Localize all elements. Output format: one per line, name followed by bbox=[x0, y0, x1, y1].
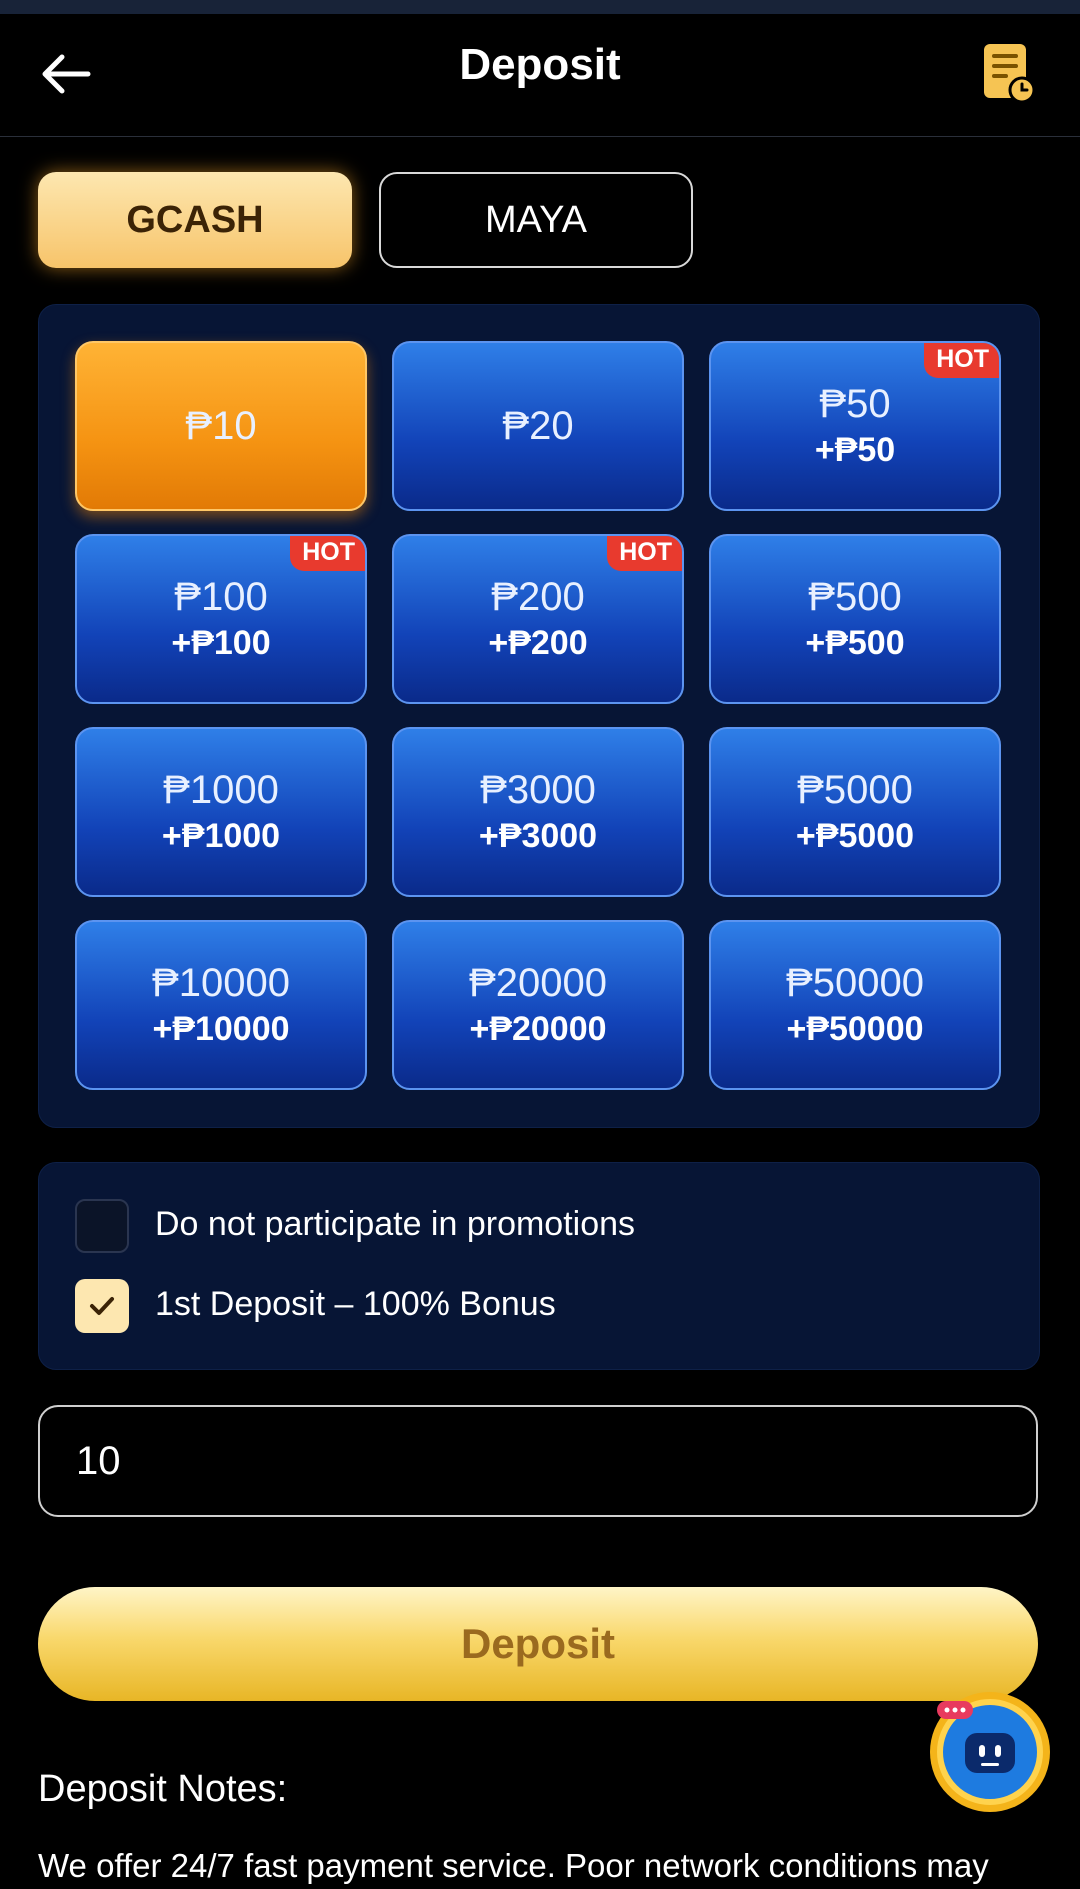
amount-option-3000[interactable]: ₱3000 +₱3000 bbox=[392, 727, 684, 897]
amount-value: ₱50 bbox=[819, 382, 891, 426]
amount-value: ₱20000 bbox=[469, 961, 607, 1005]
amount-value: ₱50000 bbox=[786, 961, 924, 1005]
no-promotion-checkbox[interactable] bbox=[75, 1199, 129, 1253]
amount-bonus: +₱50 bbox=[814, 431, 896, 469]
amount-bonus: +₱200 bbox=[488, 624, 588, 662]
amount-bonus: +₱50000 bbox=[786, 1010, 924, 1048]
deposit-notes-title: Deposit Notes: bbox=[38, 1768, 288, 1810]
amount-bonus: +₱500 bbox=[805, 624, 905, 662]
amount-option-200[interactable]: HOT ₱200 +₱200 bbox=[392, 534, 684, 704]
amount-bonus: +₱3000 bbox=[478, 817, 598, 855]
hot-badge: HOT bbox=[607, 536, 682, 571]
amount-bonus: +₱100 bbox=[171, 624, 271, 662]
amount-value: ₱200 bbox=[491, 575, 585, 619]
support-chat-button[interactable] bbox=[930, 1692, 1050, 1812]
first-deposit-bonus-label: 1st Deposit – 100% Bonus bbox=[155, 1285, 556, 1323]
tab-gcash[interactable]: GCASH bbox=[38, 172, 352, 268]
page-title: Deposit bbox=[459, 40, 621, 89]
amount-value: ₱10 bbox=[185, 404, 257, 448]
amount-value: ₱500 bbox=[808, 575, 902, 619]
deposit-record-button[interactable] bbox=[982, 42, 1036, 104]
amount-bonus: +₱10000 bbox=[152, 1010, 290, 1048]
amount-bonus: +₱5000 bbox=[795, 817, 915, 855]
first-deposit-bonus-checkbox[interactable] bbox=[75, 1279, 129, 1333]
amount-option-5000[interactable]: ₱5000 +₱5000 bbox=[709, 727, 1001, 897]
amount-option-100[interactable]: HOT ₱100 +₱100 bbox=[75, 534, 367, 704]
amount-option-50000[interactable]: ₱50000 +₱50000 bbox=[709, 920, 1001, 1090]
tab-maya[interactable]: MAYA bbox=[379, 172, 693, 268]
deposit-notes-text: We offer 24/7 fast payment service. Poor… bbox=[38, 1847, 989, 1884]
support-chat-icon bbox=[937, 1699, 1043, 1805]
amount-option-500[interactable]: ₱500 +₱500 bbox=[709, 534, 1001, 704]
amount-option-10000[interactable]: ₱10000 +₱10000 bbox=[75, 920, 367, 1090]
no-promotion-label: Do not participate in promotions bbox=[155, 1205, 636, 1243]
amount-value: ₱3000 bbox=[480, 768, 596, 812]
amount-bonus: +₱20000 bbox=[469, 1010, 607, 1048]
amount-value: ₱10000 bbox=[152, 961, 290, 1005]
status-bar bbox=[0, 0, 1080, 14]
checkmark-icon bbox=[90, 1297, 114, 1315]
amount-option-50[interactable]: HOT ₱50 +₱50 bbox=[709, 341, 1001, 511]
hot-badge: HOT bbox=[924, 343, 999, 378]
amount-option-10[interactable]: ₱10 bbox=[75, 341, 367, 511]
amount-value: ₱100 bbox=[174, 575, 268, 619]
amount-option-20[interactable]: ₱20 bbox=[392, 341, 684, 511]
amount-value: ₱5000 bbox=[797, 768, 913, 812]
header-bar: Deposit bbox=[0, 14, 1080, 137]
amount-options-panel: ₱10 ₱20 HOT ₱50 +₱50 HOT ₱100 +₱100 HOT … bbox=[38, 304, 1040, 1128]
amount-input[interactable]: 10 bbox=[38, 1405, 1038, 1517]
deposit-record-icon bbox=[984, 44, 1036, 104]
amount-value: ₱20 bbox=[502, 404, 574, 448]
deposit-button[interactable]: Deposit bbox=[38, 1587, 1038, 1701]
amount-option-20000[interactable]: ₱20000 +₱20000 bbox=[392, 920, 684, 1090]
amount-option-1000[interactable]: ₱1000 +₱1000 bbox=[75, 727, 367, 897]
promotion-options-panel: Do not participate in promotions 1st Dep… bbox=[38, 1162, 1040, 1370]
hot-badge: HOT bbox=[290, 536, 365, 571]
amount-bonus: +₱1000 bbox=[161, 817, 281, 855]
amount-value: ₱1000 bbox=[163, 768, 279, 812]
